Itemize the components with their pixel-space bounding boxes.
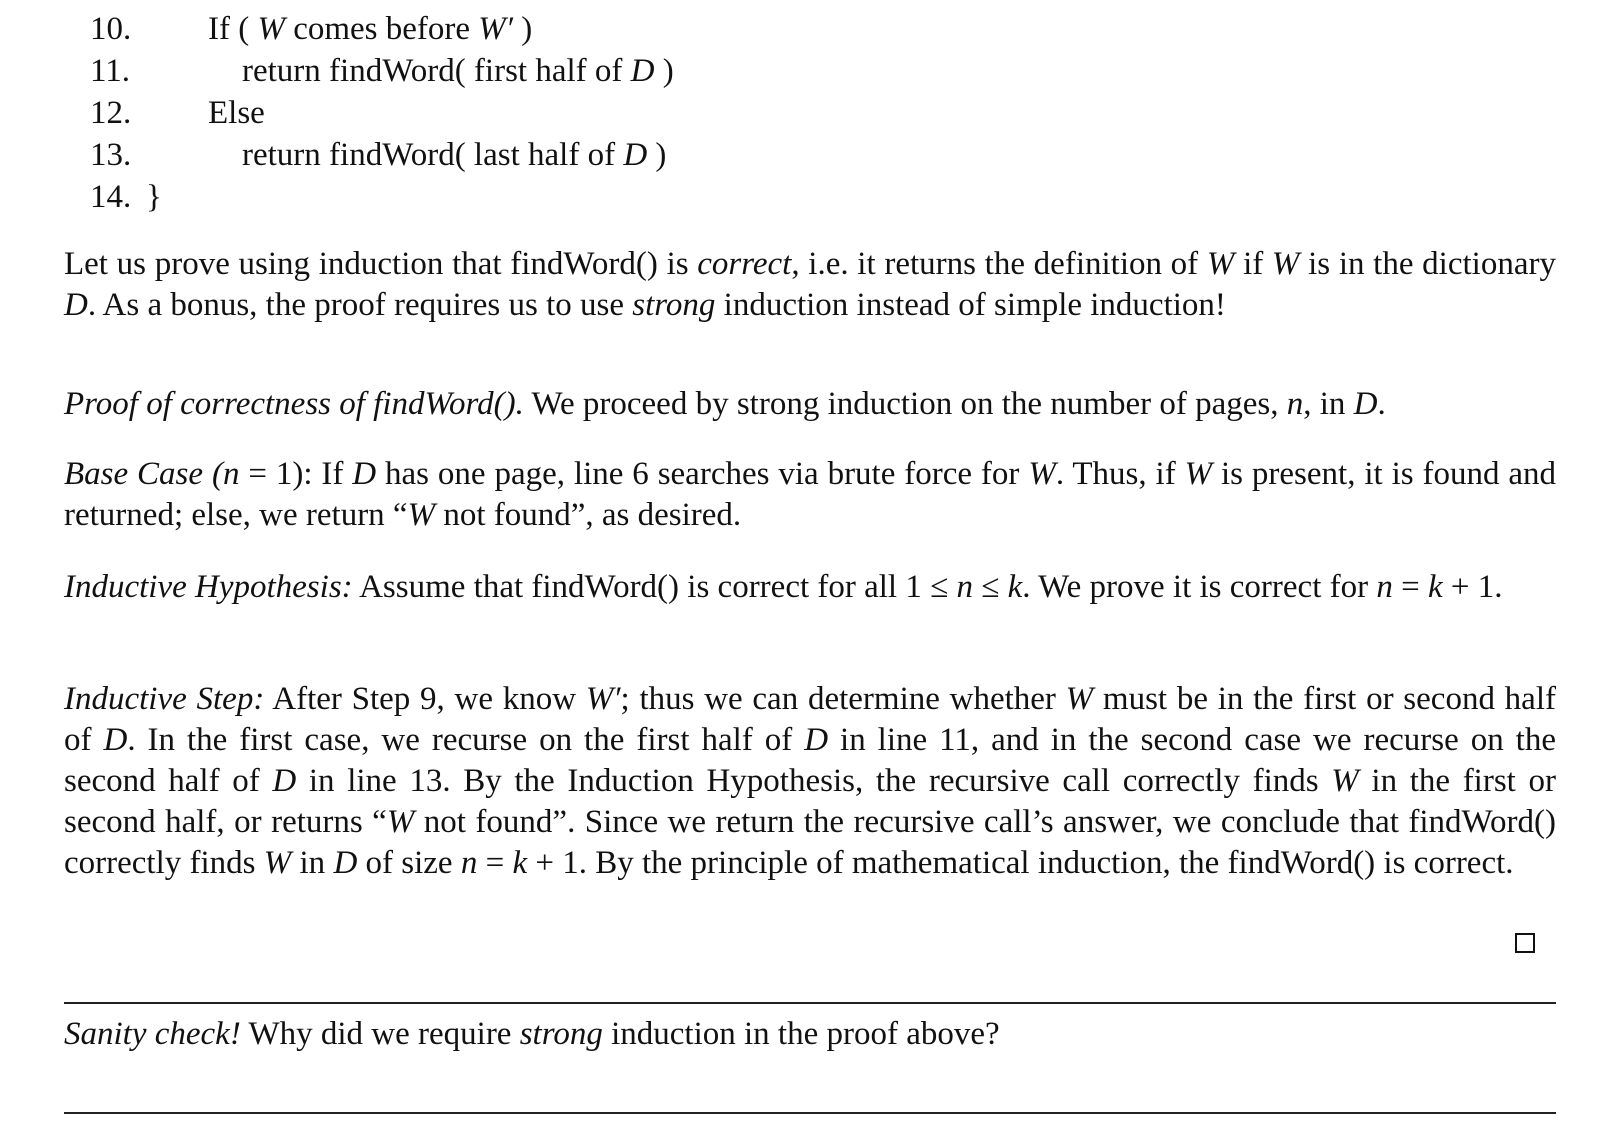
line-number: 12. — [90, 95, 132, 131]
line-number: 13. — [90, 137, 132, 173]
code-statement: Else — [208, 95, 265, 131]
inductive-hypothesis-paragraph: Inductive Hypothesis: Assume that findWo… — [64, 569, 1503, 605]
horizontal-rule — [64, 1112, 1556, 1114]
document-page: 10. If ( W comes before W′ ) 11. return … — [0, 0, 1624, 1140]
intro-paragraph: Let us prove using induction that findWo… — [64, 246, 1556, 323]
line-number: 14. — [90, 179, 132, 215]
code-statement: } — [146, 179, 162, 215]
code-statement: return findWord( first half of D ) — [242, 53, 674, 89]
line-number: 10. — [90, 11, 132, 47]
horizontal-rule — [64, 1002, 1556, 1004]
line-number: 11. — [90, 53, 131, 89]
base-case-paragraph: Base Case (n = 1): If D has one page, li… — [64, 456, 1557, 533]
code-statement: If ( W comes before W′ ) — [208, 11, 533, 47]
inductive-step-paragraph: Inductive Step: After Step 9, we know W′… — [64, 681, 1556, 881]
code-statement: return findWord( last half of D ) — [242, 137, 667, 173]
proof-heading: Proof of correctness of findWord(). We p… — [64, 386, 1386, 422]
qed-square-icon — [1515, 933, 1535, 953]
sanity-check-question: Sanity check! Why did we require strong … — [64, 1016, 1000, 1052]
